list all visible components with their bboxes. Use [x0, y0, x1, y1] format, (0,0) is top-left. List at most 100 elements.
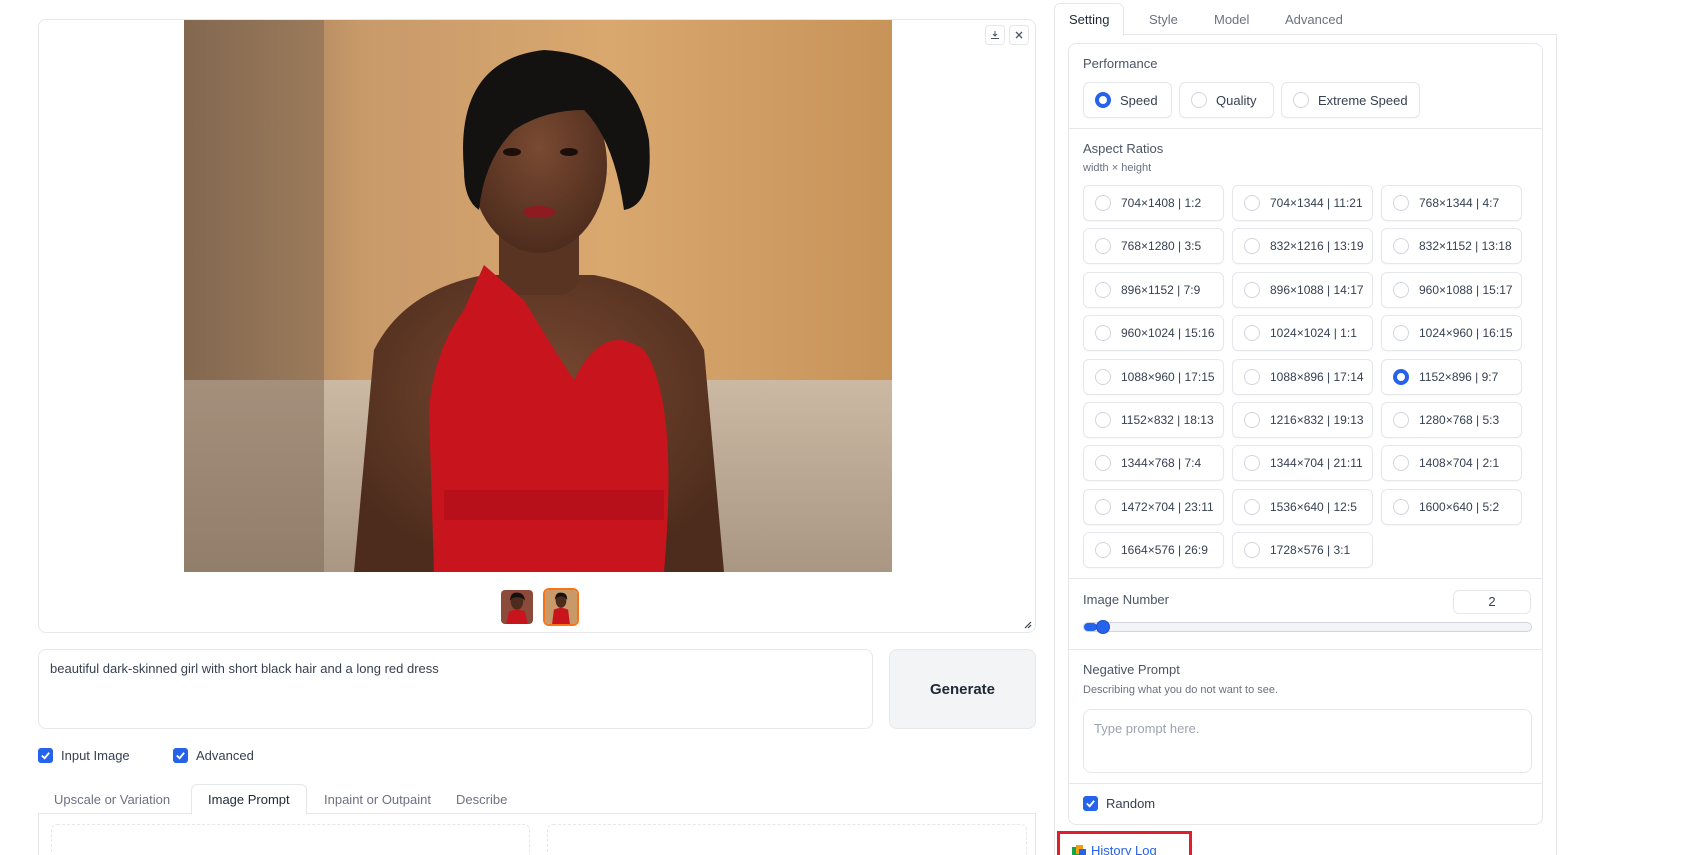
tab-setting[interactable]: Setting — [1054, 3, 1125, 36]
aspect-ratio-option[interactable]: 1472×704 | 23:11 — [1083, 489, 1224, 525]
aspect-ratio-option[interactable]: 1536×640 | 12:5 — [1232, 489, 1373, 525]
radio-unselected-icon[interactable] — [1393, 499, 1409, 515]
advanced-label: Advanced — [196, 748, 254, 763]
generate-button[interactable]: Generate — [889, 649, 1036, 729]
aspect-ratio-option[interactable]: 1600×640 | 5:2 — [1381, 489, 1522, 525]
aspect-ratio-label: 832×1152 | 13:18 — [1419, 239, 1512, 253]
tab-image-prompt[interactable]: Image Prompt — [191, 784, 307, 815]
aspect-ratio-option[interactable]: 1152×832 | 18:13 — [1083, 402, 1224, 438]
aspect-ratio-option[interactable]: 1024×1024 | 1:1 — [1232, 315, 1373, 351]
checkbox-checked-icon[interactable] — [173, 748, 188, 763]
input-image-checkbox[interactable]: Input Image — [38, 748, 130, 763]
history-log-link[interactable]: History Log — [1072, 843, 1157, 855]
aspect-ratio-option[interactable]: 1024×960 | 16:15 — [1381, 315, 1522, 351]
radio-unselected-icon[interactable] — [1244, 282, 1260, 298]
radio-unselected-icon[interactable] — [1095, 282, 1111, 298]
aspect-ratio-option[interactable]: 1408×704 | 2:1 — [1381, 445, 1522, 481]
radio-unselected-icon[interactable] — [1095, 542, 1111, 558]
radio-unselected-icon[interactable] — [1095, 499, 1111, 515]
resize-grip-icon[interactable] — [1022, 619, 1032, 629]
negative-prompt-input[interactable]: Type prompt here. — [1083, 709, 1532, 773]
radio-selected-icon[interactable] — [1095, 92, 1111, 108]
aspect-ratio-option[interactable]: 832×1152 | 13:18 — [1381, 228, 1522, 264]
aspect-ratio-option[interactable]: 1344×704 | 21:11 — [1232, 445, 1373, 481]
aspect-ratio-option[interactable]: 960×1088 | 15:17 — [1381, 272, 1522, 308]
radio-unselected-icon[interactable] — [1095, 325, 1111, 341]
radio-unselected-icon[interactable] — [1393, 238, 1409, 254]
aspect-ratio-label: 1088×896 | 17:14 — [1270, 370, 1364, 384]
advanced-checkbox[interactable]: Advanced — [173, 748, 254, 763]
aspect-ratio-option[interactable]: 704×1344 | 11:21 — [1232, 185, 1373, 221]
history-log-icon — [1072, 844, 1086, 855]
radio-unselected-icon[interactable] — [1244, 195, 1260, 211]
random-checkbox[interactable]: Random — [1083, 796, 1155, 811]
radio-unselected-icon[interactable] — [1095, 195, 1111, 211]
radio-unselected-icon[interactable] — [1191, 92, 1207, 108]
aspect-ratio-label: 1408×704 | 2:1 — [1419, 456, 1500, 470]
settings-tabs: Setting Style Model Advanced — [1054, 3, 1557, 36]
negative-prompt-sublabel: Describing what you do not want to see. — [1083, 684, 1279, 696]
radio-selected-icon[interactable] — [1393, 369, 1409, 385]
radio-unselected-icon[interactable] — [1244, 412, 1260, 428]
aspect-ratio-label: 1280×768 | 5:3 — [1419, 413, 1500, 427]
aspect-ratio-option[interactable]: 896×1152 | 7:9 — [1083, 272, 1224, 308]
image-number-slider[interactable] — [1083, 622, 1532, 632]
aspect-ratio-option[interactable]: 896×1088 | 14:17 — [1232, 272, 1373, 308]
radio-unselected-icon[interactable] — [1095, 455, 1111, 471]
image-gallery — [38, 19, 1036, 633]
aspect-ratio-option[interactable]: 1088×960 | 17:15 — [1083, 359, 1224, 395]
radio-unselected-icon[interactable] — [1244, 325, 1260, 341]
download-icon[interactable] — [985, 25, 1005, 45]
aspect-ratio-option[interactable]: 1728×576 | 3:1 — [1232, 532, 1373, 568]
performance-option-speed[interactable]: Speed — [1083, 82, 1172, 118]
radio-unselected-icon[interactable] — [1244, 369, 1260, 385]
performance-option-quality[interactable]: Quality — [1179, 82, 1274, 118]
radio-unselected-icon[interactable] — [1393, 325, 1409, 341]
aspect-ratio-option[interactable]: 1088×896 | 17:14 — [1232, 359, 1373, 395]
radio-unselected-icon[interactable] — [1095, 412, 1111, 428]
aspect-ratio-option[interactable]: 832×1216 | 13:19 — [1232, 228, 1373, 264]
generated-image[interactable] — [184, 20, 892, 572]
radio-unselected-icon[interactable] — [1244, 238, 1260, 254]
aspect-ratio-option[interactable]: 1344×768 | 7:4 — [1083, 445, 1224, 481]
gallery-thumbnail-1[interactable] — [499, 588, 535, 626]
gallery-thumbnail-2[interactable] — [543, 588, 579, 626]
radio-unselected-icon[interactable] — [1244, 455, 1260, 471]
prompt-input[interactable]: beautiful dark-skinned girl with short b… — [38, 649, 873, 729]
aspect-ratio-option[interactable]: 704×1408 | 1:2 — [1083, 185, 1224, 221]
aspect-ratio-option[interactable]: 1152×896 | 9:7 — [1381, 359, 1522, 395]
tab-inpaint-or-outpaint[interactable]: Inpaint or Outpaint — [308, 784, 447, 814]
checkbox-checked-icon[interactable] — [38, 748, 53, 763]
radio-unselected-icon[interactable] — [1244, 542, 1260, 558]
aspect-ratio-option[interactable]: 768×1280 | 3:5 — [1083, 228, 1224, 264]
aspect-ratio-label: 1600×640 | 5:2 — [1419, 500, 1500, 514]
aspect-ratio-label: 768×1344 | 4:7 — [1419, 196, 1500, 210]
aspect-ratio-label: 1728×576 | 3:1 — [1270, 543, 1351, 557]
performance-option-extreme-speed[interactable]: Extreme Speed — [1281, 82, 1420, 118]
radio-unselected-icon[interactable] — [1293, 92, 1309, 108]
image-drop-area-1[interactable] — [51, 824, 530, 855]
radio-unselected-icon[interactable] — [1393, 455, 1409, 471]
radio-unselected-icon[interactable] — [1393, 195, 1409, 211]
negative-prompt-label: Negative Prompt — [1083, 662, 1180, 677]
image-number-input[interactable]: 2 — [1453, 590, 1531, 614]
radio-unselected-icon[interactable] — [1393, 412, 1409, 428]
close-icon[interactable] — [1009, 25, 1029, 45]
tab-model[interactable]: Model — [1200, 3, 1263, 35]
aspect-ratio-option[interactable]: 960×1024 | 15:16 — [1083, 315, 1224, 351]
aspect-ratio-label: 1024×1024 | 1:1 — [1270, 326, 1357, 340]
tab-style[interactable]: Style — [1135, 3, 1192, 35]
radio-unselected-icon[interactable] — [1393, 282, 1409, 298]
tab-advanced[interactable]: Advanced — [1271, 3, 1357, 35]
aspect-ratio-option[interactable]: 768×1344 | 4:7 — [1381, 185, 1522, 221]
aspect-ratio-option[interactable]: 1664×576 | 26:9 — [1083, 532, 1224, 568]
image-drop-area-2[interactable] — [547, 824, 1027, 855]
tab-upscale-or-variation[interactable]: Upscale or Variation — [38, 784, 186, 814]
radio-unselected-icon[interactable] — [1244, 499, 1260, 515]
radio-unselected-icon[interactable] — [1095, 238, 1111, 254]
checkbox-checked-icon[interactable] — [1083, 796, 1098, 811]
aspect-ratio-option[interactable]: 1280×768 | 5:3 — [1381, 402, 1522, 438]
tab-describe[interactable]: Describe — [440, 784, 523, 814]
aspect-ratio-option[interactable]: 1216×832 | 19:13 — [1232, 402, 1373, 438]
radio-unselected-icon[interactable] — [1095, 369, 1111, 385]
